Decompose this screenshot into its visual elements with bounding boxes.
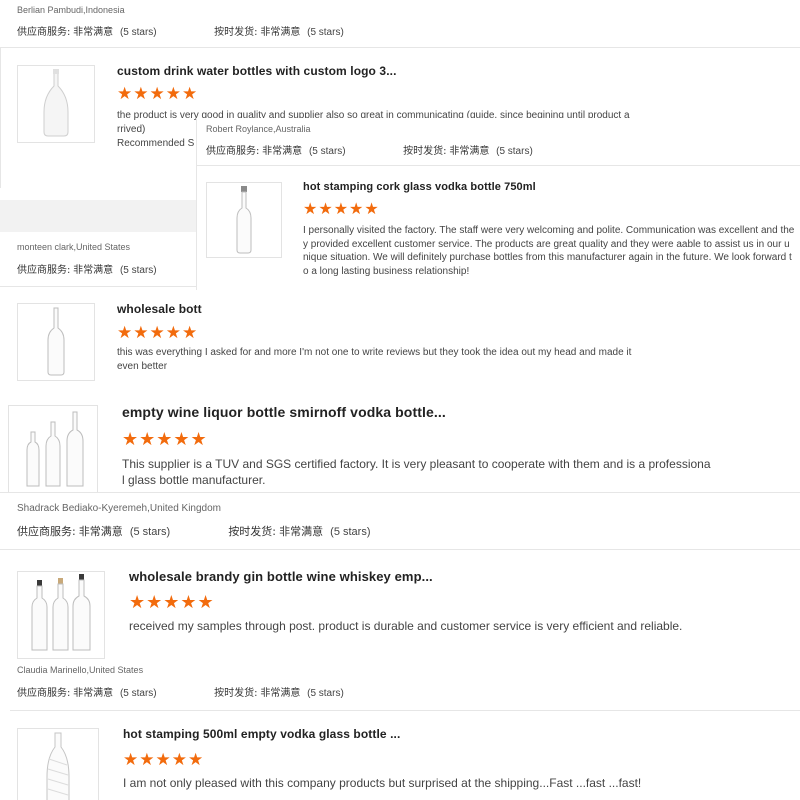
reviewer-name: Robert Roylance,Australia <box>206 124 311 134</box>
reviewer-name: Claudia Marinello,United States <box>17 665 144 675</box>
rating-row: 供应商服务: 非常满意 (5 stars) <box>17 261 157 276</box>
star-rating: ★★★★★ <box>123 750 205 769</box>
review-card-shadrack: Shadrack Bediako-Kyeremeh,United Kingdom… <box>0 492 800 662</box>
star-rating: ★★★★★ <box>303 201 380 218</box>
rating-stars-text: (5 stars) <box>119 265 157 276</box>
star-rating: ★★★★★ <box>117 84 199 103</box>
divider <box>0 492 800 493</box>
section-separator <box>0 200 196 232</box>
rating-row: 供应商服务: 非常满意 (5 stars) 按时发货: 非常满意 (5 star… <box>17 523 371 539</box>
on-time-delivery-label: 按时发货: <box>228 525 277 538</box>
rating-value: 非常满意 <box>73 688 114 699</box>
product-title-link[interactable]: wholesale brandy gin bottle wine whiskey… <box>129 569 433 584</box>
rating-stars-text: (5 stars) <box>308 146 346 157</box>
rating-stars-text: (5 stars) <box>119 688 157 699</box>
rating-value: 非常满意 <box>260 688 301 699</box>
review-comment: I am not only pleased with this company … <box>123 776 642 790</box>
review-comment: This supplier is a TUV and SGS certified… <box>122 457 711 488</box>
three-bottles-image <box>26 411 84 487</box>
rating-stars-text: (5 stars) <box>307 27 344 38</box>
rating-row: 供应商服务: 非常满意 (5 stars) 按时发货: 非常满意 (5 star… <box>17 23 344 38</box>
white-bottle-image <box>43 69 69 137</box>
star-rating: ★★★★★ <box>117 323 199 342</box>
three-bottles-image <box>31 574 91 651</box>
star-rating: ★★★★★ <box>129 592 215 612</box>
reviewer-name: Berlian Pambudi,Indonesia <box>17 5 125 15</box>
rating-row: 供应商服务: 非常满意 (5 stars) 按时发货: 非常满意 (5 star… <box>17 684 344 699</box>
rating-value: 非常满意 <box>73 27 114 38</box>
product-title-link[interactable]: hot stamping 500ml empty vodka glass bot… <box>123 727 400 741</box>
product-title-link[interactable]: empty wine liquor bottle smirnoff vodka … <box>122 404 446 420</box>
rating-stars-text: (5 stars) <box>496 146 533 157</box>
reviewer-name: Shadrack Bediako-Kyeremeh,United Kingdom <box>17 503 221 514</box>
clear-bottle-image <box>47 307 65 376</box>
rating-row: 供应商服务: 非常满意 (5 stars) 按时发货: 非常满意 (5 star… <box>206 142 533 157</box>
rating-stars-text: (5 stars) <box>129 526 171 538</box>
product-title-link[interactable]: wholesale bott <box>117 302 202 316</box>
card-border <box>196 118 197 290</box>
card-border <box>0 48 1 188</box>
rating-value: 非常满意 <box>73 265 114 276</box>
on-time-delivery-label: 按时发货: <box>214 688 258 699</box>
supplier-service-label: 供应商服务: <box>17 265 71 276</box>
rating-stars-text: (5 stars) <box>307 688 344 699</box>
rating-stars-text: (5 stars) <box>119 27 157 38</box>
rating-stars-text: (5 stars) <box>330 526 371 538</box>
review-card-empty-wine: empty wine liquor bottle smirnoff vodka … <box>8 398 800 498</box>
product-thumbnail[interactable] <box>8 405 98 493</box>
rating-value: 非常满意 <box>262 146 303 157</box>
supplier-service-label: 供应商服务: <box>17 525 76 538</box>
review-card-claudia: Claudia Marinello,United States 供应商服务: 非… <box>0 662 800 800</box>
product-thumbnail[interactable] <box>206 182 282 258</box>
review-comment-truncated: Recommended S <box>117 138 195 149</box>
on-time-delivery-label: 按时发货: <box>403 146 447 157</box>
divider <box>0 47 800 48</box>
review-comment: received my samples through post. produc… <box>129 619 683 633</box>
supplier-service-label: 供应商服务: <box>17 688 71 699</box>
product-thumbnail[interactable] <box>17 728 99 800</box>
rating-value: 非常满意 <box>279 525 324 538</box>
clear-bottle-image <box>236 186 252 254</box>
rating-value: 非常满意 <box>78 525 123 538</box>
product-title-link[interactable]: hot stamping cork glass vodka bottle 750… <box>303 181 536 193</box>
review-comment: I personally visited the factory. The st… <box>303 225 795 277</box>
divider <box>0 549 800 550</box>
on-time-delivery-label: 按时发货: <box>214 27 258 38</box>
reviewer-name: monteen clark,United States <box>17 242 131 252</box>
product-thumbnail[interactable] <box>17 65 95 143</box>
divider <box>196 165 800 166</box>
divider <box>10 710 800 711</box>
star-rating: ★★★★★ <box>122 429 208 449</box>
product-thumbnail[interactable] <box>17 303 95 381</box>
supplier-service-label: 供应商服务: <box>17 27 71 38</box>
ribbed-bottle-image <box>46 732 70 800</box>
review-card-robert: Robert Roylance,Australia 供应商服务: 非常满意 (5… <box>196 118 800 290</box>
rating-value: 非常满意 <box>260 27 301 38</box>
supplier-service-label: 供应商服务: <box>206 146 260 157</box>
product-title-link[interactable]: custom drink water bottles with custom l… <box>117 64 397 78</box>
product-thumbnail[interactable] <box>17 571 105 659</box>
rating-value: 非常满意 <box>449 146 490 157</box>
review-comment: this was everything I asked for and more… <box>117 347 632 372</box>
